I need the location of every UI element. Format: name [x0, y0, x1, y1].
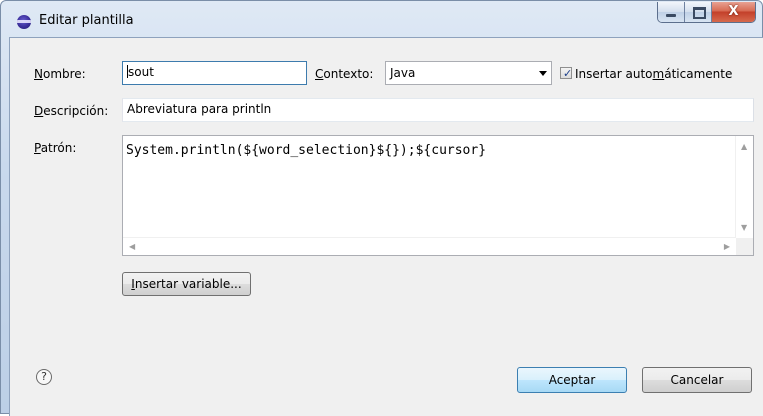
description-label: Descripción:: [34, 104, 109, 118]
pattern-label: Patrón:: [34, 141, 77, 155]
close-button[interactable]: X: [712, 2, 755, 22]
name-field[interactable]: sout: [122, 61, 307, 85]
close-icon: X: [728, 4, 739, 19]
help-icon[interactable]: ?: [36, 369, 52, 385]
auto-insert-label[interactable]: Insertar automáticamente: [575, 67, 732, 81]
pattern-textarea[interactable]: System.println(${word_selection}${});${c…: [122, 135, 754, 256]
chevron-down-icon: [539, 71, 547, 76]
cancel-button[interactable]: Cancelar: [642, 367, 752, 393]
scroll-left-icon[interactable]: ◀: [129, 242, 135, 251]
description-field[interactable]: Abreviatura para println: [122, 98, 754, 122]
maximize-icon: [693, 7, 706, 19]
accept-button[interactable]: Aceptar: [517, 367, 627, 393]
dialog-body: Nombre: sout Contexto: Java ✓ Insertar a…: [9, 37, 763, 416]
minimize-icon: [666, 14, 676, 17]
minimize-button[interactable]: [658, 2, 685, 22]
dialog-window: Editar plantilla X Nombre: sout Contexto…: [0, 0, 763, 416]
auto-insert-checkbox[interactable]: ✓: [560, 67, 573, 80]
scroll-right-icon[interactable]: ▶: [724, 242, 730, 251]
context-select[interactable]: Java: [385, 61, 552, 85]
name-label: Nombre:: [34, 67, 86, 81]
context-label: Contexto:: [315, 67, 374, 81]
caption-buttons: X: [657, 2, 756, 23]
pattern-text: System.println(${word_selection}${});${c…: [126, 143, 487, 158]
scroll-down-icon[interactable]: ▼: [741, 223, 747, 232]
insert-variable-button[interactable]: Insertar variable...: [122, 272, 251, 296]
maximize-button[interactable]: [685, 2, 712, 22]
scrollbar-corner: [736, 238, 753, 255]
scroll-up-icon[interactable]: ▲: [741, 142, 747, 151]
vertical-scrollbar[interactable]: ▲ ▼: [735, 136, 753, 238]
horizontal-scrollbar[interactable]: ◀ ▶: [123, 237, 736, 255]
title-bar[interactable]: Editar plantilla X: [1, 1, 762, 37]
checkmark-icon: ✓: [563, 67, 573, 80]
eclipse-icon: [17, 15, 31, 29]
window-title: Editar plantilla: [39, 13, 134, 28]
